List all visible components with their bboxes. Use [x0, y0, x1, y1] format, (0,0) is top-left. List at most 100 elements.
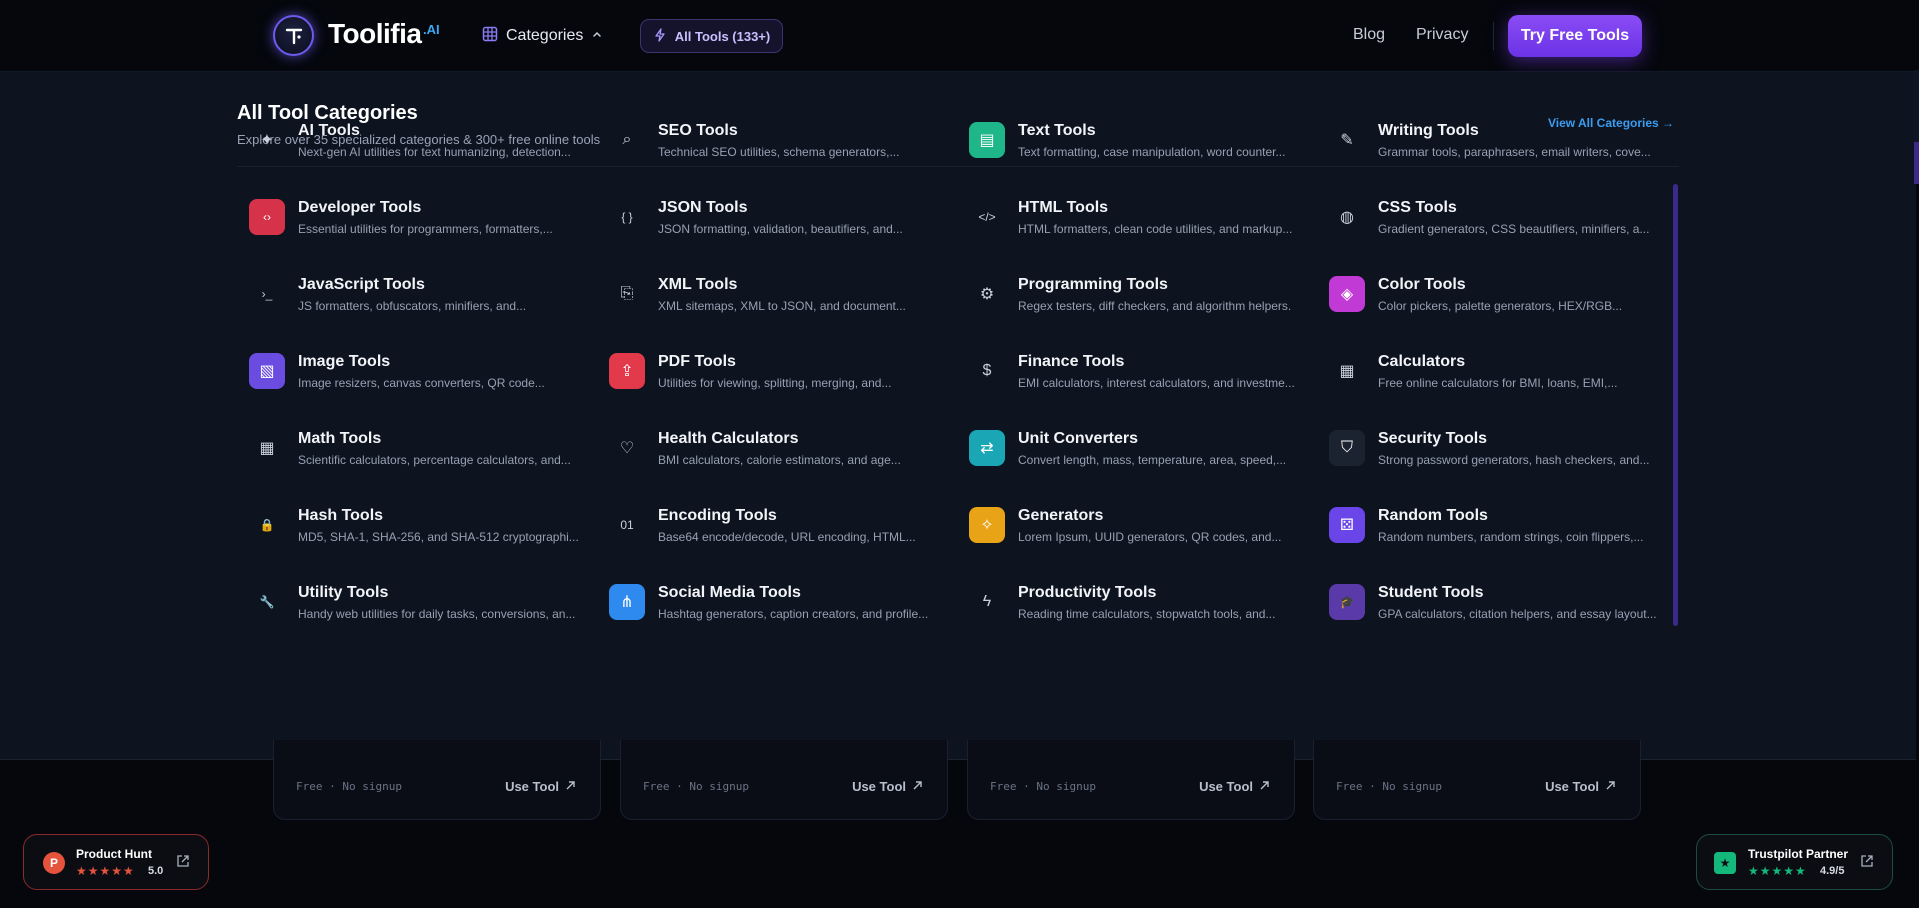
- category-item[interactable]: ♡ Health Calculators BMI calculators, calo…: [597, 420, 947, 480]
- category-name: Hash Tools: [298, 507, 384, 524]
- category-item[interactable]: ✧ Generators Lorem Ipsum, UUID generators,…: [957, 497, 1307, 557]
- droplet-icon: ◈: [1329, 276, 1365, 312]
- use-tool-label: Use Tool: [1199, 779, 1253, 794]
- use-tool-button[interactable]: Use Tool: [852, 779, 923, 794]
- category-item[interactable]: ✦ AI Tools Next-gen AI utilities for text …: [237, 112, 587, 172]
- category-name: Social Media Tools: [658, 584, 801, 601]
- tool-card: Free · No signup Use Tool: [273, 740, 601, 820]
- category-item[interactable]: 🔒 Hash Tools MD5, SHA-1, SHA-256, and SHA-…: [237, 497, 587, 557]
- category-description: Text formatting, case manipulation, word…: [1018, 145, 1286, 159]
- category-item[interactable]: ◍ CSS Tools Gradient generators, CSS beaut…: [1317, 189, 1667, 249]
- card-meta: Free · No signup: [643, 780, 749, 793]
- page-scrollbar-thumb[interactable]: [1914, 142, 1919, 184]
- category-name: Writing Tools: [1378, 122, 1479, 139]
- magic-wand-icon: ✧: [969, 507, 1005, 543]
- category-item[interactable]: </> HTML Tools HTML formatters, clean code…: [957, 189, 1307, 249]
- lightning-icon: ϟ: [982, 593, 992, 610]
- category-item[interactable]: ✎ Writing Tools Grammar tools, paraphraser…: [1317, 112, 1667, 172]
- category-item[interactable]: ◈ Color Tools Color pickers, palette gener…: [1317, 266, 1667, 326]
- product-hunt-logo-icon: P: [43, 852, 65, 874]
- arrow-up-right-icon: [1259, 779, 1270, 794]
- calculator-icon: ▦: [1339, 363, 1355, 380]
- category-item[interactable]: ⋔ Social Media Tools Hashtag generators, c…: [597, 574, 947, 634]
- use-tool-label: Use Tool: [852, 779, 906, 794]
- category-item[interactable]: ⚙ Programming Tools Regex testers, diff ch…: [957, 266, 1307, 326]
- category-item[interactable]: ▦ Calculators Free online calculators for …: [1317, 343, 1667, 403]
- category-name: Developer Tools: [298, 199, 422, 216]
- nav-divider: [1493, 22, 1494, 50]
- category-name: Finance Tools: [1018, 353, 1125, 370]
- category-name: HTML Tools: [1018, 199, 1109, 216]
- category-item[interactable]: 01 Encoding Tools Base64 encode/decode, UR…: [597, 497, 947, 557]
- category-name: Calculators: [1378, 353, 1466, 370]
- category-name: XML Tools: [658, 276, 738, 293]
- menu-scrollbar[interactable]: [1673, 184, 1678, 626]
- category-item[interactable]: ⚄ Random Tools Random numbers, random stri…: [1317, 497, 1667, 557]
- all-tools-button[interactable]: All Tools (133+): [640, 19, 783, 53]
- category-description: Free online calculators for BMI, loans, …: [1378, 376, 1618, 390]
- pen-nib-icon: ✎: [1340, 132, 1354, 149]
- nav-link-blog[interactable]: Blog: [1353, 26, 1385, 44]
- category-description: Convert length, mass, temperature, area,…: [1018, 453, 1287, 467]
- tool-card: Free · No signup Use Tool: [967, 740, 1295, 820]
- categories-dropdown-toggle[interactable]: Categories: [482, 24, 603, 48]
- category-name: Generators: [1018, 507, 1104, 524]
- category-name: Security Tools: [1378, 430, 1488, 447]
- category-item[interactable]: 🔧 Utility Tools Handy web utilities for da…: [237, 574, 587, 634]
- share-icon: ⋔: [609, 584, 645, 620]
- image-icon: ▧: [249, 353, 285, 389]
- binary-icon: 01: [620, 518, 634, 532]
- category-item[interactable]: ⌕ SEO Tools Technical SEO utilities, schem…: [597, 112, 947, 172]
- tool-card: Free · No signup Use Tool: [620, 740, 948, 820]
- category-description: HTML formatters, clean code utilities, a…: [1018, 222, 1293, 236]
- lightning-icon: [653, 27, 667, 45]
- card-meta: Free · No signup: [990, 780, 1096, 793]
- use-tool-button[interactable]: Use Tool: [1199, 779, 1270, 794]
- tool-card: Free · No signup Use Tool: [1313, 740, 1641, 820]
- category-item[interactable]: ⇄ Unit Converters Convert length, mass, te…: [957, 420, 1307, 480]
- category-name: AI Tools: [298, 122, 360, 139]
- category-description: EMI calculators, interest calculators, a…: [1018, 376, 1295, 390]
- category-item[interactable]: ⛉ Security Tools Strong password generator…: [1317, 420, 1667, 480]
- category-name: Random Tools: [1378, 507, 1488, 524]
- logo-icon[interactable]: [273, 15, 314, 56]
- arrow-up-right-icon: [565, 779, 576, 794]
- category-item[interactable]: 🎓 Student Tools GPA calculators, citation …: [1317, 574, 1667, 634]
- trustpilot-logo-icon: ★: [1714, 852, 1736, 874]
- category-name: PDF Tools: [658, 353, 736, 370]
- use-tool-button[interactable]: Use Tool: [505, 779, 576, 794]
- category-description: XML sitemaps, XML to JSON, and document.…: [658, 299, 906, 313]
- use-tool-button[interactable]: Use Tool: [1545, 779, 1616, 794]
- category-description: Grammar tools, paraphrasers, email write…: [1378, 145, 1651, 159]
- categories-mega-menu: All Tool Categories Explore over 35 spec…: [0, 72, 1916, 760]
- category-item[interactable]: ‹› Developer Tools Essential utilities for…: [237, 189, 587, 249]
- logo-text[interactable]: Toolifia: [328, 18, 422, 50]
- file-upload-icon: ⇪: [609, 353, 645, 389]
- product-hunt-badge[interactable]: P Product Hunt ★★★★★ 5.0: [23, 834, 209, 890]
- category-name: JSON Tools: [658, 199, 748, 216]
- category-description: MD5, SHA-1, SHA-256, and SHA-512 cryptog…: [298, 530, 579, 544]
- code-icon: </>: [978, 210, 996, 224]
- dice-icon: ⚄: [1329, 507, 1365, 543]
- category-item[interactable]: $ Finance Tools EMI calculators, interest …: [957, 343, 1307, 403]
- category-name: Programming Tools: [1018, 276, 1168, 293]
- category-item[interactable]: { } JSON Tools JSON formatting, validation…: [597, 189, 947, 249]
- graduation-cap-icon: 🎓: [1329, 584, 1365, 620]
- card-meta: Free · No signup: [296, 780, 402, 793]
- category-item[interactable]: ▤ Text Tools Text formatting, case manipul…: [957, 112, 1307, 172]
- category-name: Utility Tools: [298, 584, 389, 601]
- category-item[interactable]: ⇪ PDF Tools Utilities for viewing, splitti…: [597, 343, 947, 403]
- category-description: Lorem Ipsum, UUID generators, QR codes, …: [1018, 530, 1282, 544]
- category-item[interactable]: ⎘ XML Tools XML sitemaps, XML to JSON, and…: [597, 266, 947, 326]
- category-item[interactable]: ▦ Math Tools Scientific calculators, perce…: [237, 420, 587, 480]
- category-item[interactable]: ▧ Image Tools Image resizers, canvas conve…: [237, 343, 587, 403]
- trustpilot-badge[interactable]: ★ Trustpilot Partner ★★★★★ 4.9/5: [1696, 834, 1893, 890]
- trustpilot-score: 4.9/5: [1820, 865, 1845, 877]
- category-item[interactable]: ϟ Productivity Tools Reading time calculat…: [957, 574, 1307, 634]
- card-meta: Free · No signup: [1336, 780, 1442, 793]
- try-free-tools-button[interactable]: Try Free Tools: [1508, 15, 1642, 57]
- use-tool-label: Use Tool: [505, 779, 559, 794]
- category-name: Math Tools: [298, 430, 382, 447]
- category-item[interactable]: ›_ JavaScript Tools JS formatters, obfusca…: [237, 266, 587, 326]
- nav-link-privacy[interactable]: Privacy: [1416, 26, 1468, 44]
